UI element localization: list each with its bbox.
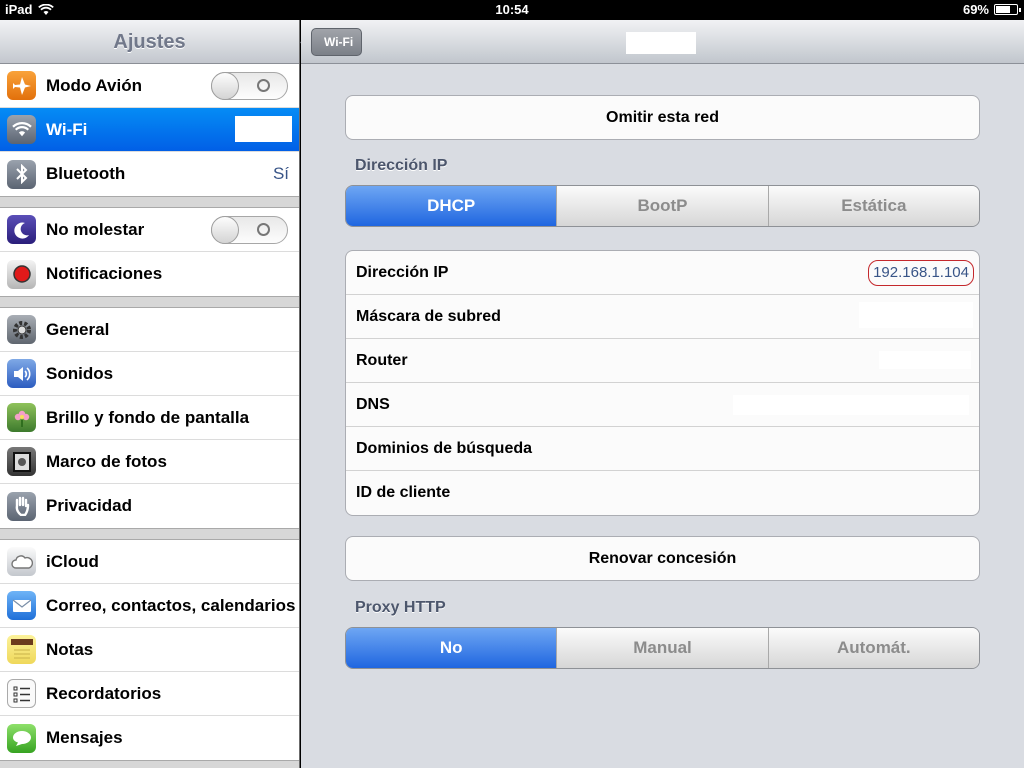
sidebar-group-device: General Sonidos Brillo y fondo de pantal… xyxy=(0,307,299,529)
sidebar-title: Ajustes xyxy=(0,20,299,64)
table-row-dns: DNS xyxy=(346,383,979,427)
client-id-label: ID de cliente xyxy=(356,484,451,501)
sidebar-item-label: Sonidos xyxy=(46,363,114,383)
settings-sidebar: Ajustes Modo Avión Wi-Fi Bluetooth Sí No… xyxy=(0,20,300,768)
proxy-section-label: Proxy HTTP xyxy=(355,599,446,616)
sidebar-group-apps: iCloud Correo, contactos, calendarios No… xyxy=(0,539,299,761)
toggle-knob xyxy=(211,72,239,100)
sidebar-item-bluetooth[interactable]: Bluetooth Sí xyxy=(0,152,299,196)
toggle-off-indicator xyxy=(257,79,270,92)
sidebar-item-label: Correo, contactos, calendarios xyxy=(46,595,296,615)
airplane-mode-toggle[interactable] xyxy=(211,72,288,100)
sidebar-item-sounds[interactable]: Sonidos xyxy=(0,352,299,396)
toggle-off-indicator xyxy=(257,223,270,236)
proxy-mode-off-tab[interactable]: No xyxy=(346,628,557,668)
router-label: Router xyxy=(356,351,408,369)
notes-icon xyxy=(7,635,36,664)
moon-icon xyxy=(7,215,36,244)
flower-icon xyxy=(7,403,36,432)
detail-navbar: Wi-Fi xyxy=(301,20,1024,64)
sidebar-group-notifications: No molestar Notificaciones xyxy=(0,207,299,297)
status-bar: iPad 10:54 69% xyxy=(0,0,1024,20)
cloud-icon xyxy=(7,547,36,576)
proxy-mode-auto-tab[interactable]: Automát. xyxy=(767,628,979,668)
proxy-mode-segmented-control: No Manual Automát. xyxy=(345,627,980,669)
sidebar-item-wifi[interactable]: Wi-Fi xyxy=(0,108,299,152)
battery-indicator: 69% xyxy=(962,2,1021,17)
status-time: 10:54 xyxy=(495,2,529,17)
redacted-network-title xyxy=(626,32,696,54)
renew-lease-button[interactable]: Renovar concesión xyxy=(345,536,980,581)
table-row-client-id[interactable]: ID de cliente xyxy=(346,471,979,515)
sidebar-item-do-not-disturb[interactable]: No molestar xyxy=(0,208,299,252)
sidebar-item-privacy[interactable]: Privacidad xyxy=(0,484,299,528)
sidebar-item-label: Marco de fotos xyxy=(46,451,167,471)
photo-frame-icon xyxy=(7,447,36,476)
sidebar-group-connectivity: Modo Avión Wi-Fi Bluetooth Sí xyxy=(0,64,299,197)
sidebar-item-label: Recordatorios xyxy=(46,683,162,703)
ip-mode-static-tab[interactable]: Estática xyxy=(767,186,979,226)
gear-icon xyxy=(7,315,36,344)
sidebar-item-general[interactable]: General xyxy=(0,308,299,352)
wifi-detail-pane: Wi-Fi Omitir esta red Dirección IP DHCP … xyxy=(301,20,1024,768)
sidebar-item-messages[interactable]: Mensajes xyxy=(0,716,299,760)
sidebar-item-label: Notificaciones xyxy=(46,264,163,283)
mail-icon xyxy=(7,591,36,620)
redacted-router-value xyxy=(879,351,971,369)
sidebar-item-mail-contacts-calendars[interactable]: Correo, contactos, calendarios xyxy=(0,584,299,628)
redacted-subnet-value xyxy=(859,302,973,328)
sidebar-item-airplane-mode[interactable]: Modo Avión xyxy=(0,64,299,108)
sidebar-item-label: Bluetooth xyxy=(46,164,126,183)
table-row-search-domains[interactable]: Dominios de búsqueda xyxy=(346,427,979,471)
table-row-router: Router xyxy=(346,339,979,383)
battery-icon xyxy=(994,4,1021,15)
sidebar-item-wallpaper[interactable]: Brillo y fondo de pantalla xyxy=(0,396,299,440)
bluetooth-icon xyxy=(7,159,36,189)
bluetooth-status-value: Sí xyxy=(272,164,289,183)
ip-mode-bootp-tab[interactable]: BootP xyxy=(556,186,768,226)
sidebar-item-label: Brillo y fondo de pantalla xyxy=(46,407,250,427)
proxy-mode-manual-tab[interactable]: Manual xyxy=(556,628,768,668)
speaker-icon xyxy=(7,359,36,388)
ip-section-label: Dirección IP xyxy=(355,157,448,174)
toggle-knob xyxy=(211,216,239,244)
wifi-icon xyxy=(7,115,36,144)
reminders-icon xyxy=(7,679,36,708)
sidebar-item-picture-frame[interactable]: Marco de fotos xyxy=(0,440,299,484)
sidebar-item-label: General xyxy=(46,319,110,339)
airplane-icon xyxy=(7,71,36,100)
ip-address-value: 192.168.1.104 xyxy=(868,260,974,286)
sidebar-item-label: Mensajes xyxy=(46,728,123,747)
battery-percent: 69% xyxy=(962,2,989,17)
search-domains-label: Dominios de búsqueda xyxy=(356,439,533,457)
redacted-dns-value xyxy=(733,395,969,415)
ip-address-label: Dirección IP xyxy=(356,263,449,281)
dns-label: DNS xyxy=(356,395,390,413)
ip-details-table: Dirección IP 192.168.1.104 Máscara de su… xyxy=(345,250,980,516)
ip-mode-dhcp-tab[interactable]: DHCP xyxy=(346,186,557,226)
sidebar-item-reminders[interactable]: Recordatorios xyxy=(0,672,299,716)
sidebar-item-label: Privacidad xyxy=(46,496,132,515)
redacted-network-name xyxy=(235,116,292,142)
do-not-disturb-toggle[interactable] xyxy=(211,216,288,244)
subnet-mask-label: Máscara de subred xyxy=(356,307,501,325)
table-row-subnet-mask: Máscara de subred xyxy=(346,295,979,339)
notifications-icon xyxy=(7,259,36,289)
back-button[interactable]: Wi-Fi xyxy=(311,28,363,56)
table-row-ip-address: Dirección IP 192.168.1.104 xyxy=(346,251,979,295)
sidebar-item-notifications[interactable]: Notificaciones xyxy=(0,252,299,296)
hand-icon xyxy=(7,491,36,521)
sidebar-item-notes[interactable]: Notas xyxy=(0,628,299,672)
sidebar-item-label: Notas xyxy=(46,639,94,659)
sidebar-item-label: iCloud xyxy=(46,551,99,571)
ip-mode-segmented-control: DHCP BootP Estática xyxy=(345,185,980,227)
forget-network-button[interactable]: Omitir esta red xyxy=(345,95,980,140)
sidebar-item-icloud[interactable]: iCloud xyxy=(0,540,299,584)
messages-icon xyxy=(7,723,36,753)
